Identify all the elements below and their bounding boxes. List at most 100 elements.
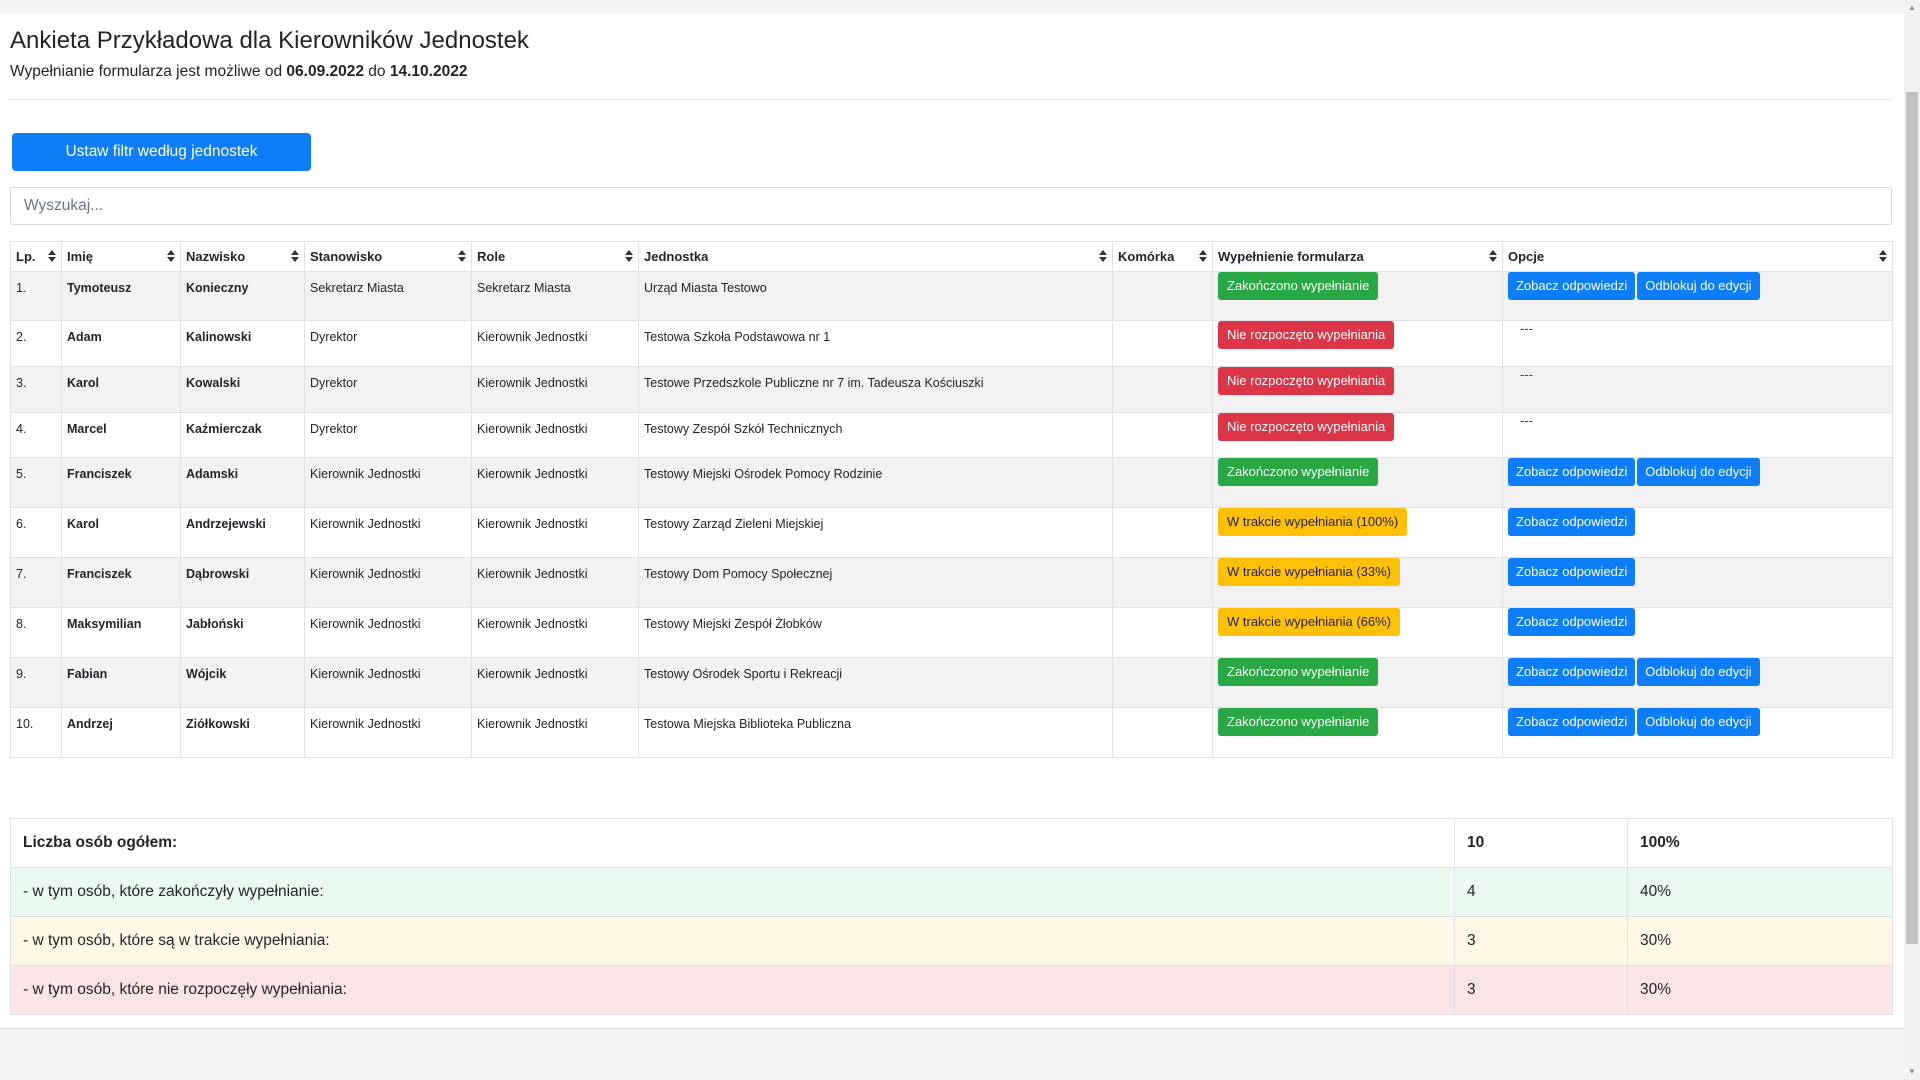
table-row: 2. Adam Kalinowski Dyrektor Kierownik Jednos… <box>10 320 1893 367</box>
column-header-opcje[interactable]: Opcje <box>1502 241 1893 272</box>
table-row: 1. Tymoteusz Konieczny Sekretarz Miasta Sekr… <box>10 271 1893 321</box>
sort-icon <box>167 250 175 264</box>
column-header-komorka[interactable]: Komórka <box>1112 241 1213 272</box>
unit-filter-button[interactable]: Ustaw filtr według jednostek <box>12 133 311 171</box>
view-answers-button[interactable]: Zobacz odpowiedzi <box>1508 708 1636 736</box>
cell-nazwisko: Andrzejewski <box>180 507 305 558</box>
availability-mid: do <box>368 63 386 80</box>
cell-role: Kierownik Jednostki <box>471 457 639 508</box>
status-badge: Zakończono wypełnianie <box>1218 458 1379 486</box>
summary-total-pct: 100% <box>1627 818 1893 868</box>
page-scrollbar[interactable]: ▲ ▼ <box>1904 0 1920 1080</box>
cell-imie: Tymoteusz <box>61 271 181 321</box>
view-answers-button[interactable]: Zobacz odpowiedzi <box>1508 608 1636 636</box>
sort-icon <box>625 250 633 264</box>
cell-options: Zobacz odpowiedzi <box>1502 607 1893 658</box>
no-options: --- <box>1520 367 1533 382</box>
unlock-edit-button[interactable]: Odblokuj do edycji <box>1637 708 1760 736</box>
summary-progress-label: - w tym osób, które są w trakcie wypełni… <box>10 916 1455 966</box>
cell-imie: Maksymilian <box>61 607 181 658</box>
column-header-lp[interactable]: Lp. <box>10 241 62 272</box>
cell-status: Zakończono wypełnianie <box>1212 457 1503 508</box>
summary-table: Liczba osób ogółem: 10 100% - w tym osób… <box>10 818 1893 1015</box>
view-answers-button[interactable]: Zobacz odpowiedzi <box>1508 272 1636 300</box>
page-title: Ankieta Przykładowa dla Kierowników Jedn… <box>10 27 529 54</box>
summary-row-total: Liczba osób ogółem: 10 100% <box>10 818 1893 868</box>
search-input[interactable] <box>10 187 1892 225</box>
cell-nazwisko: Konieczny <box>180 271 305 321</box>
scroll-up-icon[interactable]: ▲ <box>1904 0 1920 16</box>
table-row: 4. Marcel Kaźmierczak Dyrektor Kierownik Jed… <box>10 412 1893 458</box>
table-row: 7. Franciszek Dąbrowski Kierownik Jednostki… <box>10 557 1893 608</box>
top-strip <box>0 0 1904 13</box>
cell-role: Sekretarz Miasta <box>471 271 639 321</box>
responses-table: Lp. Imię Nazwisko Stanowisko Role Jednos… <box>10 241 1893 758</box>
cell-lp: 5. <box>10 457 62 508</box>
status-badge: Nie rozpoczęto wypełniania <box>1218 413 1395 441</box>
cell-status: W trakcie wypełniania (33%) <box>1212 557 1503 608</box>
cell-komorka <box>1112 271 1213 321</box>
cell-stanowisko: Kierownik Jednostki <box>304 607 472 658</box>
view-answers-button[interactable]: Zobacz odpowiedzi <box>1508 658 1636 686</box>
scroll-down-icon[interactable]: ▼ <box>1904 1064 1920 1080</box>
status-badge: Nie rozpoczęto wypełniania <box>1218 321 1395 349</box>
cell-nazwisko: Ziółkowski <box>180 707 305 758</box>
cell-lp: 2. <box>10 320 62 367</box>
summary-notstarted-pct: 30% <box>1627 965 1893 1015</box>
summary-total-count: 10 <box>1454 818 1628 868</box>
cell-lp: 9. <box>10 657 62 708</box>
column-header-stanowisko[interactable]: Stanowisko <box>304 241 472 272</box>
column-header-imie[interactable]: Imię <box>61 241 181 272</box>
scroll-thumb[interactable] <box>1906 92 1918 944</box>
cell-nazwisko: Kaźmierczak <box>180 412 305 458</box>
column-header-nazwisko[interactable]: Nazwisko <box>180 241 305 272</box>
view-answers-button[interactable]: Zobacz odpowiedzi <box>1508 558 1636 586</box>
cell-jednostka: Testowa Miejska Biblioteka Publiczna <box>638 707 1113 758</box>
unlock-edit-button[interactable]: Odblokuj do edycji <box>1637 272 1760 300</box>
date-to: 14.10.2022 <box>389 63 468 80</box>
table-row: 5. Franciszek Adamski Kierownik Jednostki Ki… <box>10 457 1893 508</box>
summary-done-count: 4 <box>1454 867 1628 917</box>
cell-options: Zobacz odpowiedzi Odblokuj do edycji <box>1502 657 1893 708</box>
cell-options: --- <box>1502 320 1893 367</box>
cell-komorka <box>1112 457 1213 508</box>
cell-jednostka: Testowy Ośrodek Sportu i Rekreacji <box>638 657 1113 708</box>
no-options: --- <box>1520 321 1533 336</box>
cell-status: Nie rozpoczęto wypełniania <box>1212 320 1503 367</box>
cell-role: Kierownik Jednostki <box>471 607 639 658</box>
column-header-wypelnienie[interactable]: Wypełnienie formularza <box>1212 241 1503 272</box>
cell-nazwisko: Jabłoński <box>180 607 305 658</box>
summary-progress-pct: 30% <box>1627 916 1893 966</box>
cell-options: --- <box>1502 366 1893 413</box>
cell-lp: 7. <box>10 557 62 608</box>
bottom-strip <box>0 1030 1904 1080</box>
column-header-jednostka[interactable]: Jednostka <box>638 241 1113 272</box>
cell-status: Zakończono wypełnianie <box>1212 271 1503 321</box>
table-row: 3. Karol Kowalski Dyrektor Kierownik Jednost… <box>10 366 1893 413</box>
cell-stanowisko: Dyrektor <box>304 412 472 458</box>
cell-nazwisko: Adamski <box>180 457 305 508</box>
status-badge: Zakończono wypełnianie <box>1218 658 1379 686</box>
cell-lp: 8. <box>10 607 62 658</box>
summary-row-done: - w tym osób, które zakończyły wypełnian… <box>10 867 1893 917</box>
cell-lp: 10. <box>10 707 62 758</box>
cell-stanowisko: Kierownik Jednostki <box>304 557 472 608</box>
cell-options: Zobacz odpowiedzi Odblokuj do edycji <box>1502 271 1893 321</box>
cell-komorka <box>1112 366 1213 413</box>
column-header-role[interactable]: Role <box>471 241 639 272</box>
unlock-edit-button[interactable]: Odblokuj do edycji <box>1637 658 1760 686</box>
cell-nazwisko: Dąbrowski <box>180 557 305 608</box>
cell-jednostka: Testowa Szkoła Podstawowa nr 1 <box>638 320 1113 367</box>
cell-jednostka: Urząd Miasta Testowo <box>638 271 1113 321</box>
unlock-edit-button[interactable]: Odblokuj do edycji <box>1637 458 1760 486</box>
view-answers-button[interactable]: Zobacz odpowiedzi <box>1508 458 1636 486</box>
divider <box>10 99 1892 100</box>
page-content: Ankieta Przykładowa dla Kierowników Jedn… <box>0 13 1904 1029</box>
sort-icon <box>48 250 56 264</box>
cell-status: W trakcie wypełniania (66%) <box>1212 607 1503 658</box>
cell-stanowisko: Dyrektor <box>304 366 472 413</box>
view-answers-button[interactable]: Zobacz odpowiedzi <box>1508 508 1636 536</box>
cell-stanowisko: Kierownik Jednostki <box>304 707 472 758</box>
cell-options: --- <box>1502 412 1893 458</box>
cell-status: Zakończono wypełnianie <box>1212 707 1503 758</box>
